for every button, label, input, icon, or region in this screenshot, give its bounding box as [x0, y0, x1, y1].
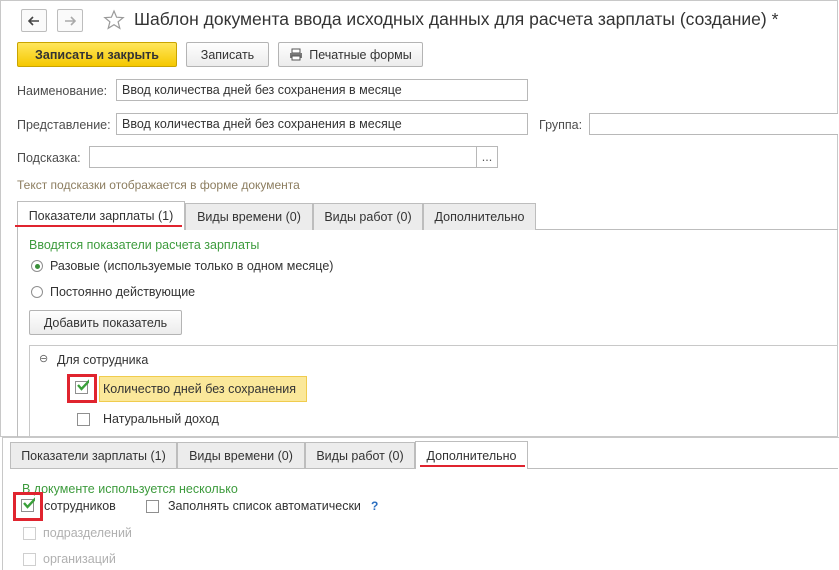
name-label: Наименование:	[17, 84, 108, 98]
radio-once[interactable]	[31, 260, 43, 272]
tab-underline-highlight	[15, 225, 182, 227]
tab-time-types[interactable]: Виды времени (0)	[185, 203, 313, 230]
radio-once-label: Разовые (используемые только в одном мес…	[50, 259, 334, 273]
tree-item-days-label: Количество дней без сохранения	[103, 382, 296, 396]
radio-permanent-label: Постоянно действующие	[50, 285, 196, 299]
save-and-close-button[interactable]: Записать и закрыть	[17, 42, 177, 67]
bottom-tab-underline-highlight	[420, 465, 525, 467]
hint-note: Текст подсказки отображается в форме док…	[17, 178, 300, 192]
check-icon	[77, 379, 89, 391]
group-label: Группа:	[539, 118, 583, 132]
add-indicator-button[interactable]: Добавить показатель	[29, 310, 182, 335]
additional-heading: В документе используется несколько	[22, 482, 238, 496]
save-button[interactable]: Записать	[186, 42, 269, 67]
favorite-star-icon[interactable]	[103, 9, 125, 34]
collapse-icon[interactable]: ⊖	[39, 352, 48, 365]
tab-additional[interactable]: Дополнительно	[423, 203, 536, 230]
departments-checkbox[interactable]	[23, 527, 36, 540]
help-icon[interactable]: ?	[371, 499, 378, 513]
autofill-label: Заполнять список автоматически	[168, 499, 361, 513]
indicators-heading: Вводятся показатели расчета зарплаты	[29, 238, 260, 252]
employees-checkbox[interactable]	[21, 497, 35, 512]
tree-group-label: Для сотрудника	[57, 353, 149, 367]
arrow-left-icon	[28, 15, 39, 26]
hint-select-button[interactable]: ...	[476, 146, 498, 168]
print-forms-label: Печатные формы	[309, 47, 412, 62]
organizations-checkbox[interactable]	[23, 553, 36, 566]
name-field[interactable]: Ввод количества дней без сохранения в ме…	[116, 79, 528, 101]
print-forms-button[interactable]: Печатные формы	[278, 42, 423, 67]
back-button[interactable]	[21, 9, 47, 32]
organizations-label: организаций	[43, 552, 116, 566]
bottom-tab-time-types[interactable]: Виды времени (0)	[177, 442, 305, 468]
bottom-tab-work-types[interactable]: Виды работ (0)	[305, 442, 415, 468]
departments-label: подразделений	[43, 526, 132, 540]
bottom-panel-top-border	[2, 437, 839, 438]
bottom-tab-salary-indicators[interactable]: Показатели зарплаты (1)	[10, 442, 177, 468]
group-field[interactable]	[589, 113, 838, 135]
check-icon	[23, 497, 35, 509]
representation-field[interactable]: Ввод количества дней без сохранения в ме…	[116, 113, 528, 135]
employees-label: сотрудников	[44, 499, 116, 513]
tree-item-natural-label: Натуральный доход	[103, 412, 219, 426]
arrow-right-icon	[65, 15, 76, 26]
tree-item-checkbox-days[interactable]	[75, 379, 89, 394]
printer-icon	[290, 48, 303, 61]
window-title: Шаблон документа ввода исходных данных д…	[134, 9, 779, 29]
representation-label: Представление:	[17, 118, 111, 132]
radio-permanent[interactable]	[31, 286, 43, 298]
hint-field[interactable]	[89, 146, 477, 168]
hint-label: Подсказка:	[17, 151, 81, 165]
tab-work-types[interactable]: Виды работ (0)	[313, 203, 423, 230]
tab-panel-left-border	[17, 229, 18, 437]
tree-item-checkbox-natural[interactable]	[77, 413, 90, 426]
forward-button[interactable]	[57, 9, 83, 32]
autofill-checkbox[interactable]	[146, 500, 159, 513]
